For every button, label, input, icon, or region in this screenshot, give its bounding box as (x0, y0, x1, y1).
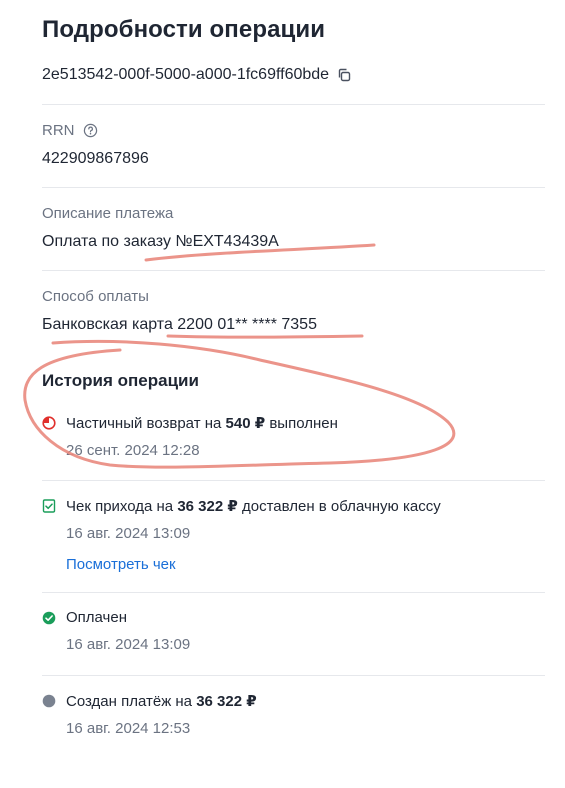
payment-method-value: Банковская карта 2200 01** **** 7355 (42, 316, 317, 333)
payment-method-label: Способ оплаты (42, 288, 149, 305)
divider (42, 480, 545, 481)
page-title: Подробности операции (42, 16, 326, 43)
operation-id: 2e513542-000f-5000-a000-1fc69ff60bde (42, 66, 351, 84)
divider (42, 270, 545, 271)
rrn-value: 422909867896 (42, 150, 149, 167)
history-event: Оплачен 16 авг. 2024 13:09 (42, 609, 545, 653)
card-underline (166, 334, 364, 339)
paid-check-icon (42, 611, 56, 624)
history-event: Чек прихода на 36 322 ₽ доставлен в обла… (42, 497, 545, 573)
divider (42, 592, 545, 593)
history-event: Частичный возврат на 540 ₽ выполнен 26 с… (42, 414, 545, 459)
view-receipt-link[interactable]: Посмотреть чек (66, 556, 545, 573)
operation-id-value: 2e513542-000f-5000-a000-1fc69ff60bde (42, 66, 330, 83)
event-date: 16 авг. 2024 13:09 (66, 525, 191, 542)
description-label: Описание платежа (42, 205, 174, 222)
receipt-check-icon (42, 499, 56, 513)
event-date: 26 сент. 2024 12:28 (66, 442, 200, 459)
event-text: Чек прихода на 36 322 ₽ доставлен в обла… (66, 498, 441, 515)
description-value: Оплата по заказу №EXT43439A (42, 233, 279, 250)
event-text: Частичный возврат на 540 ₽ выполнен (66, 415, 338, 432)
question-icon[interactable] (83, 123, 98, 138)
copy-icon[interactable] (337, 68, 351, 82)
rrn-label: RRN (42, 122, 75, 139)
event-text: Оплачен (66, 609, 127, 626)
divider (42, 675, 545, 676)
history-title: История операции (42, 371, 199, 390)
divider (42, 187, 545, 188)
operation-details-panel: Подробности операции 2e513542-000f-5000-… (0, 0, 565, 788)
rrn-label-row: RRN (42, 122, 98, 139)
partial-refund-icon (42, 416, 56, 430)
event-date: 16 авг. 2024 13:09 (66, 636, 191, 653)
divider (42, 104, 545, 105)
event-text: Создан платёж на 36 322 ₽ (66, 693, 257, 710)
event-date: 16 авг. 2024 12:53 (66, 720, 191, 737)
history-event: Создан платёж на 36 322 ₽ 16 авг. 2024 1… (42, 692, 545, 737)
created-dot-icon (42, 694, 56, 708)
annotation-scribbles (23, 243, 456, 469)
